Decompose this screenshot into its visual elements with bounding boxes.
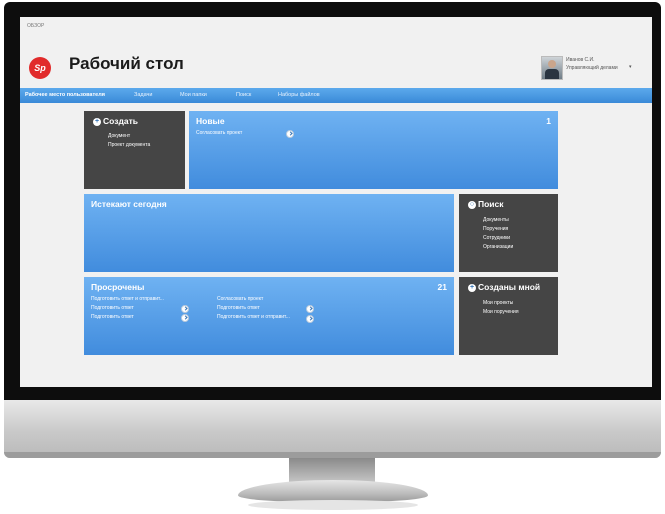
expiring-tile-title: Истекают сегодня — [91, 199, 167, 209]
user-name[interactable]: Иванов С.И. — [566, 57, 595, 63]
arrow-circle-icon[interactable] — [306, 305, 314, 313]
user-role[interactable]: Управляющий делами — [566, 65, 618, 71]
arrow-circle-icon[interactable] — [306, 315, 314, 323]
new-tile-title: Новые — [196, 116, 225, 126]
plus-icon: + — [93, 117, 101, 126]
overdue-tile[interactable]: Просрочены 21 Подготовить ответ и отправ… — [84, 277, 454, 355]
nav-item-search[interactable]: Поиск — [236, 92, 251, 98]
overdue-task-link[interactable]: Согласовать проект — [217, 296, 263, 302]
monitor-stand-base — [238, 480, 428, 502]
created-tile-title: Созданы мной — [478, 282, 541, 292]
search-organizations-link[interactable]: Организации — [483, 244, 513, 250]
new-approve-link[interactable]: Согласовать проект — [196, 130, 242, 136]
monitor-stand-neck — [289, 458, 375, 482]
search-documents-link[interactable]: Документы — [483, 217, 509, 223]
created-by-me-tile[interactable]: + Созданы мной Мои проекты Мои поручения — [459, 277, 558, 355]
nav-item-file-sets[interactable]: Наборы файлов — [278, 92, 320, 98]
create-tile-title: Создать — [103, 116, 138, 126]
new-tile[interactable]: Новые 1 Согласовать проект — [189, 111, 558, 189]
overdue-task-link[interactable]: Подготовить ответ и отправит... — [217, 314, 290, 320]
my-orders-link[interactable]: Мои поручения — [483, 309, 519, 315]
search-icon: ○ — [468, 200, 476, 209]
search-orders-link[interactable]: Поручения — [483, 226, 508, 232]
nav-item-my-folders[interactable]: Мои папки — [180, 92, 207, 98]
nav-item-workplace[interactable]: Рабочее место пользователя — [25, 92, 105, 98]
arrow-circle-icon[interactable] — [181, 314, 189, 322]
expiring-today-tile[interactable]: Истекают сегодня — [84, 194, 454, 272]
create-tile-header: + Создать — [93, 116, 138, 126]
search-tile[interactable]: ○ Поиск Документы Поручения Сотрудники Ор… — [459, 194, 558, 272]
create-draft-link[interactable]: Проект документа — [108, 142, 150, 148]
avatar-head — [548, 60, 556, 68]
overdue-task-link[interactable]: Подготовить ответ — [91, 314, 134, 320]
overdue-tile-title: Просрочены — [91, 282, 145, 292]
overdue-task-link[interactable]: Подготовить ответ и отправит... — [91, 296, 164, 302]
search-employees-link[interactable]: Сотрудники — [483, 235, 510, 241]
arrow-circle-icon[interactable] — [181, 305, 189, 313]
screen: ОБЗОР Sp Рабочий стол Иванов С.И. Управл… — [20, 17, 652, 387]
my-projects-link[interactable]: Мои проекты — [483, 300, 513, 306]
created-tile-header: + Созданы мной — [468, 282, 540, 292]
overdue-task-link[interactable]: Подготовить ответ — [91, 305, 134, 311]
search-tile-header: ○ Поиск — [468, 199, 504, 209]
create-tile[interactable]: + Создать Документ Проект документа — [84, 111, 185, 189]
monitor-chin — [4, 400, 661, 458]
chevron-down-icon[interactable]: ▾ — [629, 64, 632, 70]
new-tile-count: 1 — [546, 116, 551, 126]
avatar[interactable] — [541, 56, 563, 80]
breadcrumb[interactable]: ОБЗОР — [27, 23, 44, 29]
monitor-stand-shadow — [248, 500, 418, 510]
create-document-link[interactable]: Документ — [108, 133, 130, 139]
monitor-bezel: ОБЗОР Sp Рабочий стол Иванов С.И. Управл… — [4, 2, 661, 400]
app-logo[interactable]: Sp — [29, 57, 51, 79]
search-tile-title: Поиск — [478, 199, 504, 209]
main-nav: Рабочее место пользователя Задачи Мои па… — [20, 88, 652, 103]
arrow-circle-icon[interactable] — [286, 130, 294, 138]
plus-icon: + — [468, 283, 476, 292]
overdue-tile-count: 21 — [437, 282, 447, 292]
nav-item-tasks[interactable]: Задачи — [134, 92, 152, 98]
overdue-task-link[interactable]: Подготовить ответ — [217, 305, 260, 311]
avatar-body — [545, 69, 559, 79]
page-title: Рабочий стол — [69, 54, 184, 73]
